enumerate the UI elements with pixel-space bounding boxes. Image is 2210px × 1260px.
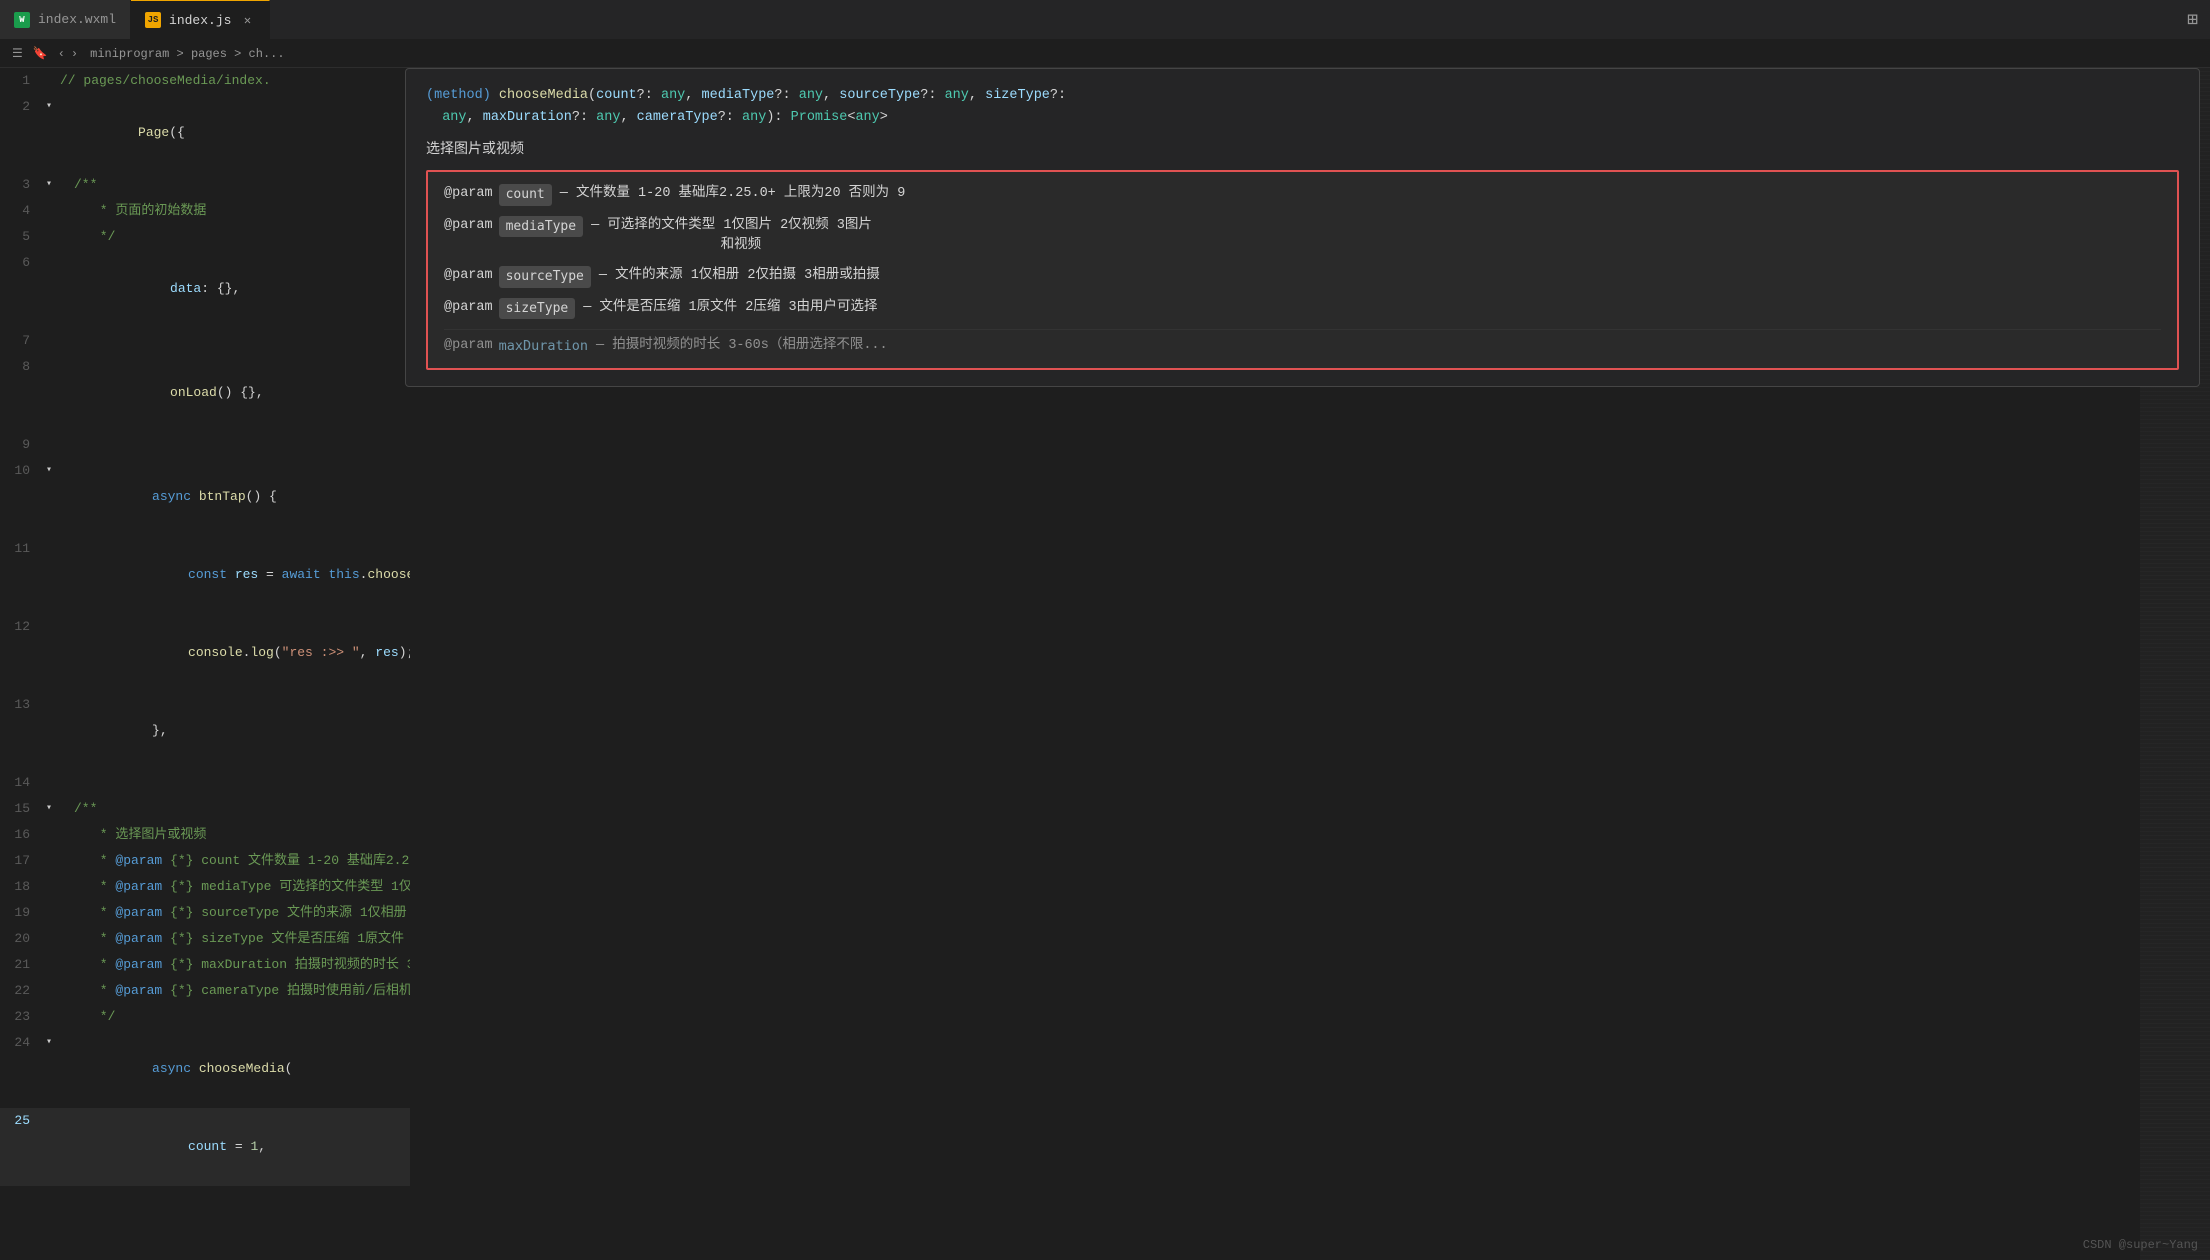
breadcrumb-bookmark: 🔖 — [33, 46, 48, 61]
table-row: 23 */ — [0, 1004, 410, 1030]
hover-signature: (method) chooseMedia(count?: any, mediaT… — [426, 85, 2179, 128]
table-row: 17 * @param {*} count 文件数量 1-20 基础库2.25.… — [0, 848, 410, 874]
wxml-icon: W — [14, 12, 30, 28]
table-row: 11 const res = await this.chooseMedia(10… — [0, 536, 410, 614]
code-lines: 1 // pages/chooseMedia/index. 2 ▾ Page({… — [0, 68, 410, 1186]
table-row: 8 onLoad() {}, — [0, 354, 410, 432]
table-row: 20 * @param {*} sizeType 文件是否压缩 1原文件 2压缩… — [0, 926, 410, 952]
tab-bar: W index.wxml JS index.js ✕ ⊞ — [0, 0, 2210, 40]
tab-wxml[interactable]: W index.wxml — [0, 0, 131, 39]
layout-toggle-button[interactable]: ⊞ — [2175, 9, 2210, 31]
hover-tooltip-panel: (method) chooseMedia(count?: any, mediaT… — [405, 68, 2200, 387]
table-row: 6 data: {}, — [0, 250, 410, 328]
table-row: 15 ▾ /** — [0, 796, 410, 822]
table-row: 12 console.log("res :>> ", res); — [0, 614, 410, 692]
breadcrumb-path: miniprogram > pages > ch... — [90, 47, 284, 61]
main-area: 1 // pages/chooseMedia/index. 2 ▾ Page({… — [0, 68, 2210, 1260]
breadcrumb-nav-back[interactable]: ☰ — [12, 46, 23, 61]
hover-param-mediatype: @param mediaType — 可选择的文件类型 1仅图片 2仅视频 3图… — [444, 216, 2161, 257]
hover-param-maxduration: @param maxDuration — 拍摄时视频的时长 3-60s（相册选择… — [444, 329, 2161, 356]
hover-param-sourcetype: @param sourceType — 文件的来源 1仅相册 2仅拍摄 3相册或… — [444, 266, 2161, 288]
breadcrumb: ☰ 🔖 ‹ › miniprogram > pages > ch... — [0, 40, 2210, 68]
hover-title: 选择图片或视频 — [426, 138, 2179, 158]
table-row: 24 ▾ async chooseMedia( — [0, 1030, 410, 1108]
tab-js[interactable]: JS index.js ✕ — [131, 0, 270, 39]
table-row: 4 * 页面的初始数据 — [0, 198, 410, 224]
table-row: 22 * @param {*} cameraType 拍摄时使用前/后相机 1后… — [0, 978, 410, 1004]
table-row: 13 }, — [0, 692, 410, 770]
hover-params-box: @param count — 文件数量 1-20 基础库2.25.0+ 上限为2… — [426, 170, 2179, 370]
table-row: 10 ▾ async btnTap() { — [0, 458, 410, 536]
breadcrumb-arrow-left[interactable]: ‹ — [58, 47, 65, 61]
tab-wxml-label: index.wxml — [38, 12, 116, 27]
tab-js-label: index.js — [169, 13, 231, 28]
watermark: CSDN @super~Yang — [2083, 1238, 2198, 1252]
table-row: 19 * @param {*} sourceType 文件的来源 1仅相册 2仅… — [0, 900, 410, 926]
table-row: 5 */ — [0, 224, 410, 250]
table-row: 7 — [0, 328, 410, 354]
tab-close-button[interactable]: ✕ — [239, 12, 255, 28]
js-icon: JS — [145, 12, 161, 28]
table-row: 2 ▾ Page({ — [0, 94, 410, 172]
table-row: 1 // pages/chooseMedia/index. — [0, 68, 410, 94]
code-editor[interactable]: 1 // pages/chooseMedia/index. 2 ▾ Page({… — [0, 68, 410, 1260]
table-row: 9 — [0, 432, 410, 458]
table-row: 3 ▾ /** — [0, 172, 410, 198]
table-row: 25 count = 1, — [0, 1108, 410, 1186]
table-row: 14 — [0, 770, 410, 796]
table-row: 21 * @param {*} maxDuration 拍摄时视频的时长 3-6… — [0, 952, 410, 978]
hover-param-sizetype: @param sizeType — 文件是否压缩 1原文件 2压缩 3由用户可选… — [444, 298, 2161, 320]
table-row: 18 * @param {*} mediaType 可选择的文件类型 1仅图片 … — [0, 874, 410, 900]
breadcrumb-arrow-right[interactable]: › — [71, 47, 78, 61]
hover-param-count: @param count — 文件数量 1-20 基础库2.25.0+ 上限为2… — [444, 184, 2161, 206]
table-row: 16 * 选择图片或视频 — [0, 822, 410, 848]
